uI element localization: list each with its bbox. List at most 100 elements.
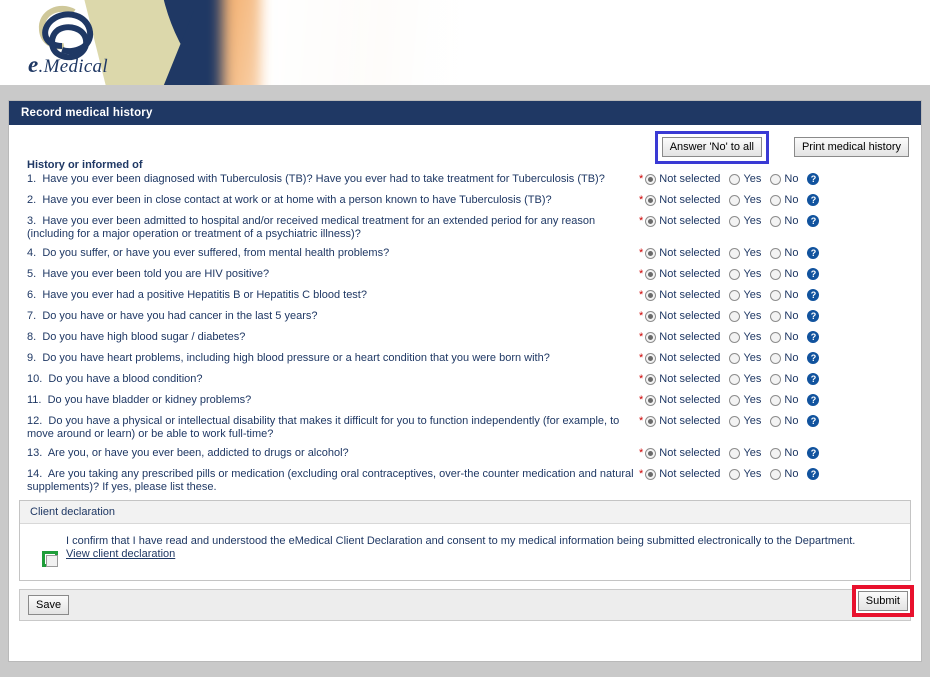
question-text: 11. Do you have bladder or kidney proble… bbox=[27, 394, 639, 407]
radio-no-13[interactable] bbox=[770, 447, 782, 459]
radio-yes-4[interactable] bbox=[729, 247, 741, 259]
question-body: Have you ever been in close contact at w… bbox=[42, 194, 552, 206]
help-icon[interactable]: ? bbox=[807, 215, 820, 227]
question-row: 3. Have you ever been admitted to hospit… bbox=[27, 215, 911, 240]
question-body: Are you, or have you ever been, addicted… bbox=[47, 447, 349, 459]
radio-no-5[interactable] bbox=[770, 268, 782, 280]
radio-not-selected-1[interactable] bbox=[645, 173, 657, 185]
radio-label-no: No bbox=[784, 194, 799, 206]
radio-label-yes: Yes bbox=[743, 352, 762, 364]
radio-label-yes: Yes bbox=[743, 447, 762, 459]
help-icon[interactable]: ? bbox=[807, 173, 820, 185]
radio-label-no: No bbox=[784, 173, 799, 185]
declaration-consent-checkbox[interactable] bbox=[46, 555, 58, 567]
answer-group: * Not selected Yes No? bbox=[639, 289, 911, 301]
questions-section: History or informed of 1. Have you ever … bbox=[9, 159, 921, 493]
radio-not-selected-10[interactable] bbox=[645, 373, 657, 385]
help-icon[interactable]: ? bbox=[807, 268, 820, 280]
radio-no-8[interactable] bbox=[770, 331, 782, 343]
radio-yes-8[interactable] bbox=[729, 331, 741, 343]
radio-yes-13[interactable] bbox=[729, 447, 741, 459]
radio-no-4[interactable] bbox=[770, 247, 782, 259]
question-body: Do you have a physical or intellectual d… bbox=[27, 415, 620, 440]
help-icon[interactable]: ? bbox=[807, 247, 820, 259]
question-text: 4. Do you suffer, or have you ever suffe… bbox=[27, 247, 639, 260]
radio-not-selected-5[interactable] bbox=[645, 268, 657, 280]
radio-not-selected-12[interactable] bbox=[645, 415, 657, 427]
question-text: 8. Do you have high blood sugar / diabet… bbox=[27, 331, 639, 344]
radio-no-3[interactable] bbox=[770, 215, 782, 227]
help-icon[interactable]: ? bbox=[807, 415, 820, 427]
print-medical-history-button[interactable]: Print medical history bbox=[793, 137, 909, 157]
radio-not-selected-3[interactable] bbox=[645, 215, 657, 227]
radio-no-10[interactable] bbox=[770, 373, 782, 385]
radio-label-yes: Yes bbox=[743, 247, 762, 259]
radio-yes-14[interactable] bbox=[729, 468, 741, 480]
question-text: 9. Do you have heart problems, including… bbox=[27, 352, 639, 365]
help-icon[interactable]: ? bbox=[807, 289, 820, 301]
logo-wordmark: e.Medical bbox=[28, 52, 108, 77]
help-icon[interactable]: ? bbox=[807, 447, 820, 459]
question-text: 10. Do you have a blood condition? bbox=[27, 373, 639, 386]
help-icon[interactable]: ? bbox=[807, 331, 820, 343]
radio-label-no: No bbox=[784, 289, 799, 301]
radio-no-1[interactable] bbox=[770, 173, 782, 185]
radio-yes-9[interactable] bbox=[729, 352, 741, 364]
help-icon[interactable]: ? bbox=[807, 373, 820, 385]
radio-not-selected-6[interactable] bbox=[645, 289, 657, 301]
radio-yes-1[interactable] bbox=[729, 173, 741, 185]
radio-label-not-selected: Not selected bbox=[659, 268, 721, 280]
radio-yes-3[interactable] bbox=[729, 215, 741, 227]
radio-not-selected-13[interactable] bbox=[645, 447, 657, 459]
answer-group: * Not selected Yes No? bbox=[639, 331, 911, 343]
radio-not-selected-7[interactable] bbox=[645, 310, 657, 322]
answer-group: * Not selected Yes No? bbox=[639, 394, 911, 406]
answer-group: * Not selected Yes No? bbox=[639, 373, 911, 385]
help-icon[interactable]: ? bbox=[807, 352, 820, 364]
save-button[interactable]: Save bbox=[28, 595, 70, 615]
help-icon[interactable]: ? bbox=[807, 394, 820, 406]
radio-no-12[interactable] bbox=[770, 415, 782, 427]
radio-no-2[interactable] bbox=[770, 194, 782, 206]
main-panel: Record medical history Answer 'No' to al… bbox=[8, 100, 922, 662]
question-text: 3. Have you ever been admitted to hospit… bbox=[27, 215, 639, 240]
radio-yes-7[interactable] bbox=[729, 310, 741, 322]
radio-yes-2[interactable] bbox=[729, 194, 741, 206]
radio-label-no: No bbox=[784, 310, 799, 322]
question-body: Have you ever been told you are HIV posi… bbox=[42, 268, 270, 280]
radio-yes-10[interactable] bbox=[729, 373, 741, 385]
help-icon[interactable]: ? bbox=[807, 194, 820, 206]
radio-label-not-selected: Not selected bbox=[659, 352, 721, 364]
radio-not-selected-8[interactable] bbox=[645, 331, 657, 343]
question-row: 8. Do you have high blood sugar / diabet… bbox=[27, 331, 911, 345]
radio-label-yes: Yes bbox=[743, 331, 762, 343]
question-text: 6. Have you ever had a positive Hepatiti… bbox=[27, 289, 639, 302]
radio-no-11[interactable] bbox=[770, 394, 782, 406]
radio-not-selected-11[interactable] bbox=[645, 394, 657, 406]
required-marker: * bbox=[639, 246, 644, 259]
radio-not-selected-2[interactable] bbox=[645, 194, 657, 206]
radio-yes-12[interactable] bbox=[729, 415, 741, 427]
radio-not-selected-14[interactable] bbox=[645, 468, 657, 480]
radio-not-selected-4[interactable] bbox=[645, 247, 657, 259]
banner-artwork bbox=[0, 0, 930, 85]
radio-yes-6[interactable] bbox=[729, 289, 741, 301]
radio-yes-11[interactable] bbox=[729, 394, 741, 406]
radio-no-7[interactable] bbox=[770, 310, 782, 322]
view-client-declaration-link[interactable]: View client declaration bbox=[66, 548, 900, 560]
question-number: 10. bbox=[27, 373, 43, 385]
question-text: 14. Are you taking any prescribed pills … bbox=[27, 468, 639, 493]
answer-group: * Not selected Yes No? bbox=[639, 415, 911, 427]
help-icon[interactable]: ? bbox=[807, 468, 820, 480]
radio-no-9[interactable] bbox=[770, 352, 782, 364]
radio-no-14[interactable] bbox=[770, 468, 782, 480]
help-icon[interactable]: ? bbox=[807, 310, 820, 322]
submit-button[interactable]: Submit bbox=[857, 591, 908, 611]
site-banner: e.Medical bbox=[0, 0, 930, 85]
answer-no-to-all-button[interactable]: Answer 'No' to all bbox=[661, 137, 762, 157]
question-text: 7. Do you have or have you had cancer in… bbox=[27, 310, 639, 323]
radio-not-selected-9[interactable] bbox=[645, 352, 657, 364]
radio-yes-5[interactable] bbox=[729, 268, 741, 280]
question-number: 14. bbox=[27, 468, 43, 480]
radio-no-6[interactable] bbox=[770, 289, 782, 301]
